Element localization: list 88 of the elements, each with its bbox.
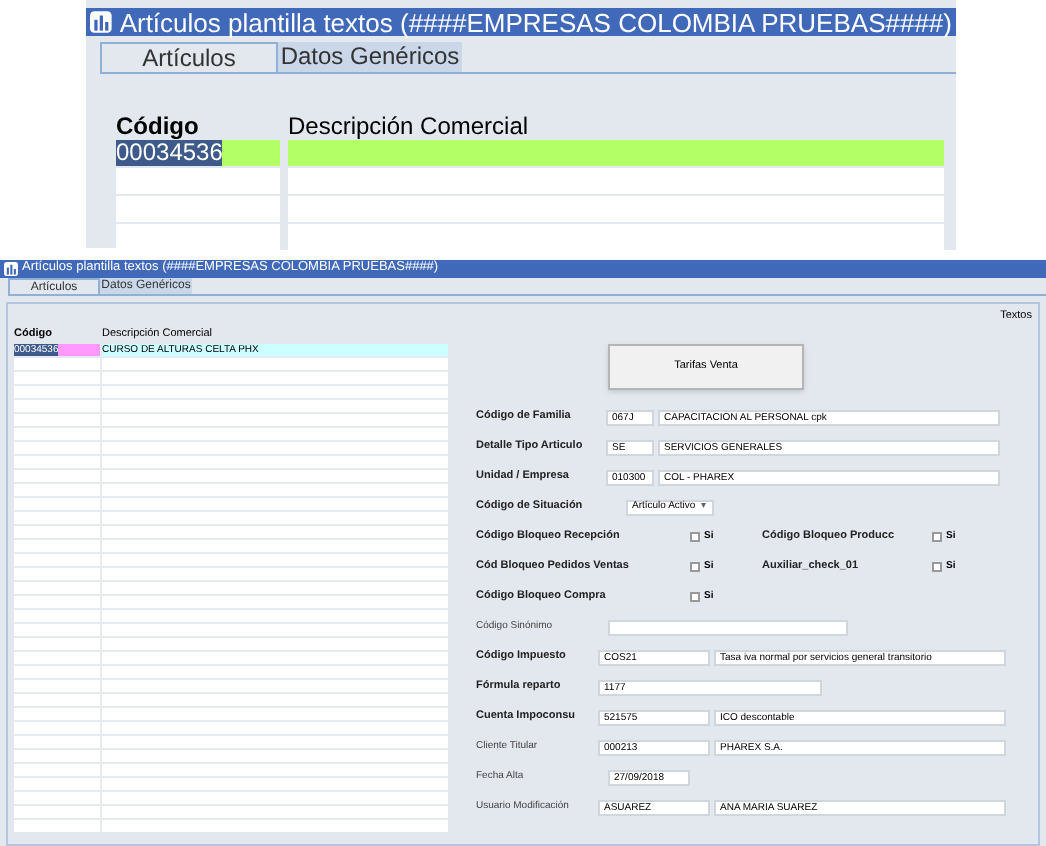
table-cell[interactable] bbox=[116, 196, 280, 222]
table-cell[interactable] bbox=[102, 540, 448, 552]
table-cell[interactable] bbox=[102, 596, 448, 608]
checkbox[interactable] bbox=[690, 562, 700, 572]
table-cell[interactable] bbox=[14, 792, 100, 804]
input-field[interactable] bbox=[608, 619, 848, 635]
table-cell[interactable] bbox=[102, 386, 448, 398]
table-cell[interactable] bbox=[102, 484, 448, 496]
table-cell[interactable] bbox=[116, 224, 280, 250]
table-cell[interactable] bbox=[102, 554, 448, 566]
table-cell[interactable] bbox=[102, 820, 448, 832]
table-cell[interactable] bbox=[102, 680, 448, 692]
table-cell[interactable] bbox=[102, 456, 448, 468]
selected-text: 00034536 bbox=[116, 140, 223, 166]
table-cell[interactable] bbox=[102, 414, 448, 426]
table-cell[interactable] bbox=[102, 498, 448, 510]
table-cell[interactable] bbox=[14, 414, 100, 426]
table-cell[interactable] bbox=[102, 428, 448, 440]
table-cell[interactable] bbox=[14, 400, 100, 412]
table-cell[interactable] bbox=[14, 736, 100, 748]
table-cell[interactable] bbox=[102, 806, 448, 818]
table-cell[interactable] bbox=[288, 168, 944, 194]
checkbox[interactable] bbox=[690, 592, 700, 602]
checkbox[interactable] bbox=[932, 562, 942, 572]
table-cell[interactable] bbox=[102, 778, 448, 790]
table-cell[interactable] bbox=[102, 722, 448, 734]
table-cell[interactable] bbox=[14, 498, 100, 510]
table-cell[interactable] bbox=[102, 750, 448, 762]
table-cell[interactable] bbox=[102, 694, 448, 706]
table-cell[interactable] bbox=[14, 596, 100, 608]
table-cell[interactable] bbox=[102, 708, 448, 720]
table-cell[interactable]: 00034536 bbox=[116, 140, 280, 166]
table-cell[interactable] bbox=[102, 610, 448, 622]
table-cell[interactable] bbox=[102, 400, 448, 412]
table-cell[interactable] bbox=[102, 568, 448, 580]
table-cell[interactable] bbox=[288, 224, 944, 250]
table-cell[interactable] bbox=[14, 708, 100, 720]
table-cell[interactable] bbox=[14, 582, 100, 594]
table-cell[interactable] bbox=[102, 638, 448, 650]
table-cell[interactable] bbox=[14, 624, 100, 636]
table-cell[interactable] bbox=[14, 680, 100, 692]
table-cell[interactable] bbox=[102, 372, 448, 384]
table-cell[interactable] bbox=[102, 582, 448, 594]
table-cell[interactable] bbox=[14, 386, 100, 398]
tab[interactable]: Datos Genéricos bbox=[278, 42, 462, 72]
table-cell[interactable] bbox=[14, 540, 100, 552]
table-cell[interactable] bbox=[14, 442, 100, 454]
table-cell[interactable] bbox=[102, 764, 448, 776]
table-cell[interactable] bbox=[14, 750, 100, 762]
window-title: Artículos plantilla textos (####EMPRESAS COLOMBIA PRUEBAS####) bbox=[119, 9, 952, 35]
table-cell[interactable] bbox=[14, 764, 100, 776]
table-cell[interactable] bbox=[14, 554, 100, 566]
table-cell[interactable] bbox=[116, 168, 280, 194]
table-cell[interactable] bbox=[14, 610, 100, 622]
table-cell[interactable] bbox=[14, 778, 100, 790]
table-cell[interactable] bbox=[102, 512, 448, 524]
table-cell[interactable] bbox=[102, 652, 448, 664]
table-cell[interactable] bbox=[14, 428, 100, 440]
table-cell[interactable] bbox=[14, 652, 100, 664]
table-cell[interactable] bbox=[14, 722, 100, 734]
table-cell[interactable] bbox=[102, 470, 448, 482]
table-cell[interactable] bbox=[102, 666, 448, 678]
table-cell[interactable] bbox=[102, 526, 448, 538]
table-cell[interactable] bbox=[14, 372, 100, 384]
table-cell[interactable] bbox=[14, 358, 100, 370]
checkbox[interactable] bbox=[690, 532, 700, 542]
table-cell[interactable] bbox=[14, 470, 100, 482]
column-header: Código bbox=[116, 114, 201, 138]
table-cell[interactable] bbox=[102, 442, 448, 454]
table-cell[interactable] bbox=[14, 694, 100, 706]
table-cell[interactable] bbox=[102, 792, 448, 804]
checkbox[interactable] bbox=[932, 532, 942, 542]
table-cell[interactable] bbox=[14, 484, 100, 496]
table-cell[interactable] bbox=[14, 820, 100, 832]
table-cell[interactable] bbox=[14, 666, 100, 678]
table-cell[interactable] bbox=[14, 456, 100, 468]
table-cell[interactable] bbox=[14, 806, 100, 818]
table-cell[interactable] bbox=[14, 638, 100, 650]
tab[interactable]: Artículos bbox=[100, 42, 278, 72]
table-cell[interactable] bbox=[102, 358, 448, 370]
table-cell[interactable] bbox=[14, 568, 100, 580]
table-cell[interactable] bbox=[288, 196, 944, 222]
table-cell[interactable] bbox=[14, 526, 100, 538]
table-cell[interactable] bbox=[14, 512, 100, 524]
table-cell[interactable] bbox=[102, 624, 448, 636]
column-header: Descripción Comercial bbox=[288, 114, 529, 138]
table-cell[interactable] bbox=[288, 140, 944, 166]
table-cell[interactable] bbox=[102, 736, 448, 748]
